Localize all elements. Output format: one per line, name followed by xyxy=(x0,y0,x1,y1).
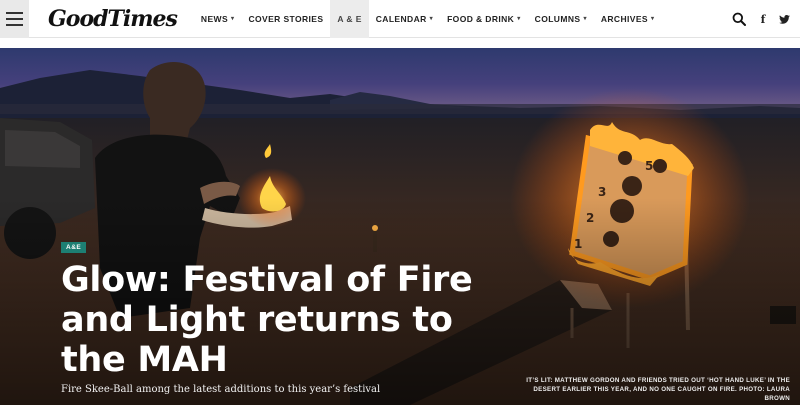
site-logo[interactable]: GoodTimes xyxy=(48,6,178,32)
hamburger-menu-icon[interactable] xyxy=(0,0,29,38)
nav-item-news[interactable]: NEWS ▾ xyxy=(194,0,242,38)
nav-item-archives[interactable]: ARCHIVES ▾ xyxy=(594,0,662,38)
main-nav: NEWS ▾ COVER STORIES A & E CALENDAR ▾ FO… xyxy=(194,0,661,38)
nav-item-label: CALENDAR xyxy=(375,13,427,24)
hero-feature[interactable]: 5 3 2 1 A&E Glow: Festival of Fire and L… xyxy=(0,48,800,405)
nav-item-cover-stories[interactable]: COVER STORIES xyxy=(241,0,330,38)
nav-item-calendar[interactable]: CALENDAR ▾ xyxy=(369,0,440,38)
board-number-3: 3 xyxy=(598,185,606,199)
nav-item-food-drink[interactable]: FOOD & DRINK ▾ xyxy=(440,0,528,38)
nav-item-label: ARCHIVES xyxy=(600,13,648,24)
twitter-icon[interactable] xyxy=(778,0,790,38)
nav-item-label: COLUMNS xyxy=(534,13,581,24)
chevron-down-icon: ▾ xyxy=(231,16,235,22)
nav-item-label: COVER STORIES xyxy=(248,13,324,24)
nav-item-label: FOOD & DRINK xyxy=(447,13,515,24)
article-headline[interactable]: Glow: Festival of Fire and Light returns… xyxy=(61,260,501,380)
category-badge[interactable]: A&E xyxy=(61,242,87,253)
facebook-icon[interactable]: f xyxy=(758,0,768,38)
chevron-down-icon: ▾ xyxy=(583,16,587,22)
board-number-5: 5 xyxy=(645,159,653,173)
nav-item-columns[interactable]: COLUMNS ▾ xyxy=(528,0,594,38)
nav-item-label: A & E xyxy=(337,13,362,24)
photo-caption: IT’S LIT: MATTHEW GORDON AND FRIENDS TRI… xyxy=(526,377,790,402)
chevron-down-icon: ▾ xyxy=(650,16,655,22)
chevron-down-icon: ▾ xyxy=(517,16,521,22)
article-dek: Fire Skee-Ball among the latest addition… xyxy=(61,384,381,395)
search-icon[interactable] xyxy=(732,0,746,38)
site-header: GoodTimes NEWS ▾ COVER STORIES A & E CAL… xyxy=(0,0,800,38)
chevron-down-icon: ▾ xyxy=(429,16,434,22)
header-actions: f xyxy=(732,0,800,38)
nav-item-label: NEWS xyxy=(200,13,229,24)
nav-item-a-and-e[interactable]: A & E xyxy=(330,0,369,38)
